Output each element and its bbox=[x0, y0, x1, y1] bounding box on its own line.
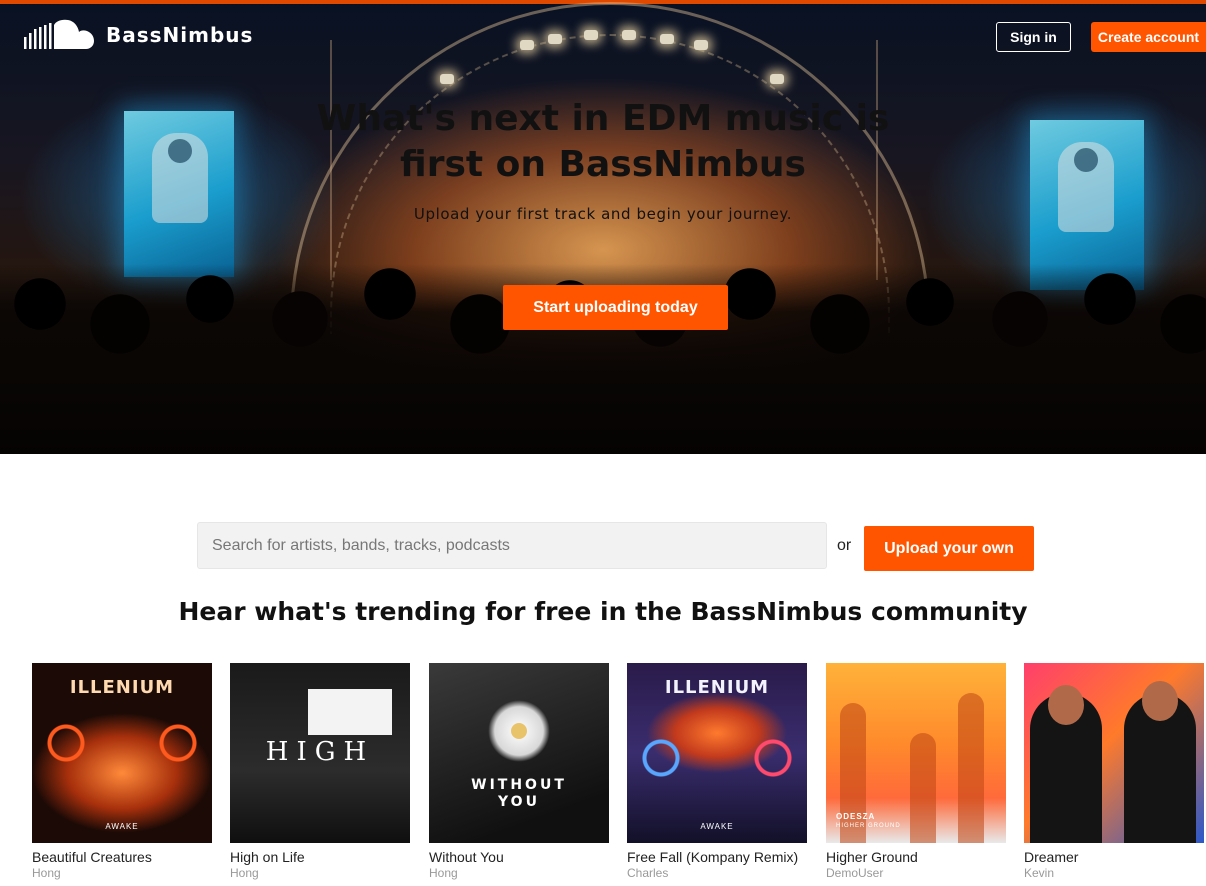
track-artwork[interactable]: HIGH bbox=[230, 663, 410, 843]
track-title[interactable]: Beautiful Creatures bbox=[32, 849, 212, 865]
artwork-text: ILLENIUM bbox=[664, 677, 770, 698]
track-artist[interactable]: Hong bbox=[230, 866, 410, 880]
track-artwork[interactable]: ILLENIUM AWAKE bbox=[32, 663, 212, 843]
artwork-face bbox=[1048, 685, 1084, 725]
create-account-button[interactable]: Create account bbox=[1091, 22, 1206, 52]
artwork-flower bbox=[511, 723, 527, 739]
hero-title: What's next in EDM music is first on Bas… bbox=[316, 98, 890, 185]
track-card[interactable]: ILLENIUM AWAKE Free Fall (Kompany Remix)… bbox=[627, 663, 807, 880]
track-artist[interactable]: DemoUser bbox=[826, 866, 1006, 880]
track-title[interactable]: Dreamer bbox=[1024, 849, 1204, 865]
cloud-logo-icon bbox=[24, 19, 94, 49]
track-title[interactable]: Free Fall (Kompany Remix) bbox=[627, 849, 807, 865]
hero-banner: BassNimbus Sign in Create account What's… bbox=[0, 0, 1206, 454]
brand-logo[interactable]: BassNimbus bbox=[24, 19, 253, 51]
track-artwork[interactable]: WITHOUT YOU bbox=[429, 663, 609, 843]
artwork-silhouette bbox=[840, 703, 866, 843]
start-uploading-button[interactable]: Start uploading today bbox=[503, 285, 728, 330]
artwork-face bbox=[1142, 681, 1178, 721]
artwork-subtext: AWAKE bbox=[105, 822, 139, 831]
artwork-window bbox=[308, 689, 392, 735]
track-artist[interactable]: Hong bbox=[32, 866, 212, 880]
track-title[interactable]: Higher Ground bbox=[826, 849, 1006, 865]
track-artwork[interactable]: ILLENIUM AWAKE bbox=[627, 663, 807, 843]
trending-heading: Hear what's trending for free in the Bas… bbox=[178, 597, 1028, 626]
artwork-subtext: AWAKE bbox=[700, 822, 734, 831]
track-card[interactable]: WITHOUT YOU Without You Hong bbox=[429, 663, 609, 880]
track-card[interactable]: Dreamer Kevin bbox=[1024, 663, 1204, 880]
artwork-silhouette bbox=[958, 693, 984, 843]
track-title[interactable]: High on Life bbox=[230, 849, 410, 865]
track-card[interactable]: ODESZA HIGHER GROUND Higher Ground DemoU… bbox=[826, 663, 1006, 880]
sign-in-button[interactable]: Sign in bbox=[996, 22, 1071, 52]
brand-name: BassNimbus bbox=[106, 23, 254, 47]
track-artwork[interactable] bbox=[1024, 663, 1204, 843]
track-card[interactable]: HIGH High on Life Hong bbox=[230, 663, 410, 880]
hero-overlay bbox=[0, 0, 1206, 454]
track-artist[interactable]: Kevin bbox=[1024, 866, 1204, 880]
track-artist[interactable]: Charles bbox=[627, 866, 807, 880]
trending-tracks: ILLENIUM AWAKE Beautiful Creatures Hong … bbox=[32, 663, 1206, 886]
upload-your-own-button[interactable]: Upload your own bbox=[864, 526, 1034, 571]
track-title[interactable]: Without You bbox=[429, 849, 609, 865]
search-input[interactable] bbox=[197, 522, 827, 569]
artwork-text: ODESZA bbox=[836, 812, 876, 821]
artwork-subtext: HIGHER GROUND bbox=[836, 823, 901, 829]
track-card[interactable]: ILLENIUM AWAKE Beautiful Creatures Hong bbox=[32, 663, 212, 880]
artwork-text: WITHOUT YOU bbox=[471, 777, 567, 810]
artwork-text: HIGH bbox=[265, 737, 375, 767]
artwork-text: ILLENIUM bbox=[69, 677, 175, 698]
artwork-silhouette bbox=[910, 733, 936, 843]
track-artwork[interactable]: ODESZA HIGHER GROUND bbox=[826, 663, 1006, 843]
track-artist[interactable]: Hong bbox=[429, 866, 609, 880]
or-separator: or bbox=[837, 537, 852, 554]
hero-subtitle: Upload your first track and begin your j… bbox=[413, 205, 793, 223]
